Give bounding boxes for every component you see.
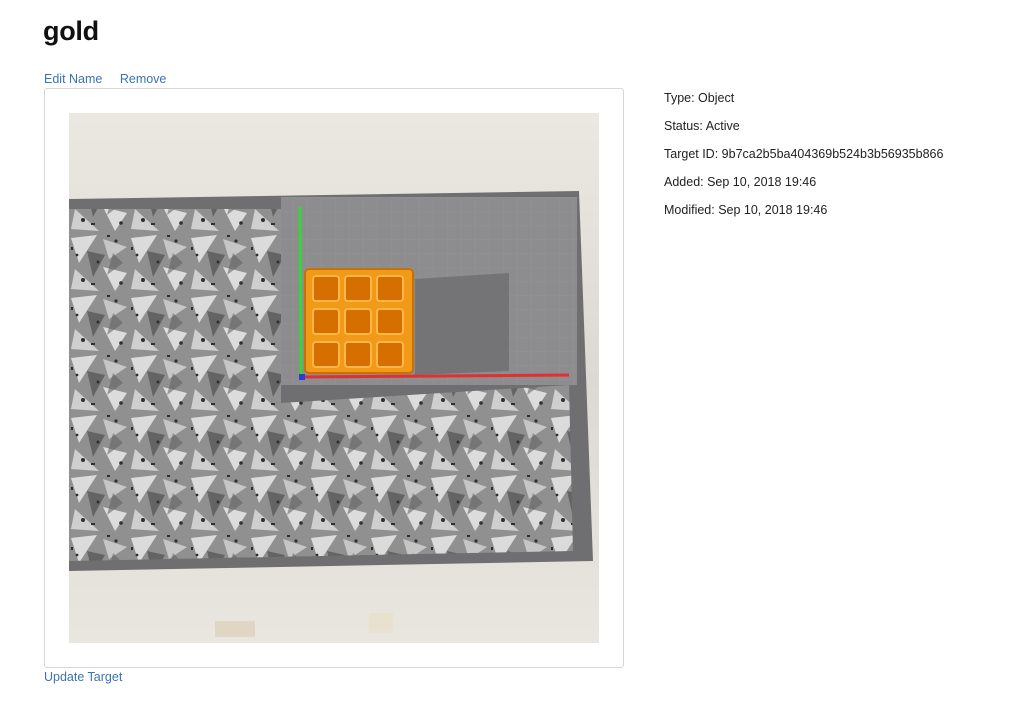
status-field: Status: Active (664, 119, 740, 133)
edit-name-link[interactable]: Edit Name (44, 72, 102, 86)
target-actions: Edit Name Remove (44, 72, 166, 86)
update-target-link[interactable]: Update Target (44, 670, 122, 684)
page-title: gold (43, 16, 99, 46)
remove-link[interactable]: Remove (120, 72, 167, 86)
target-id-field: Target ID: 9b7ca2b5ba404369b524b3b56935b… (664, 147, 944, 161)
target-image (69, 113, 599, 643)
added-date-field: Added: Sep 10, 2018 19:46 (664, 175, 817, 189)
modified-date-field: Modified: Sep 10, 2018 19:46 (664, 203, 828, 217)
type-field: Type: Object (664, 91, 735, 105)
target-details: Type: Object Status: Active Target ID: 9… (664, 90, 943, 230)
target-image-card (44, 88, 624, 668)
